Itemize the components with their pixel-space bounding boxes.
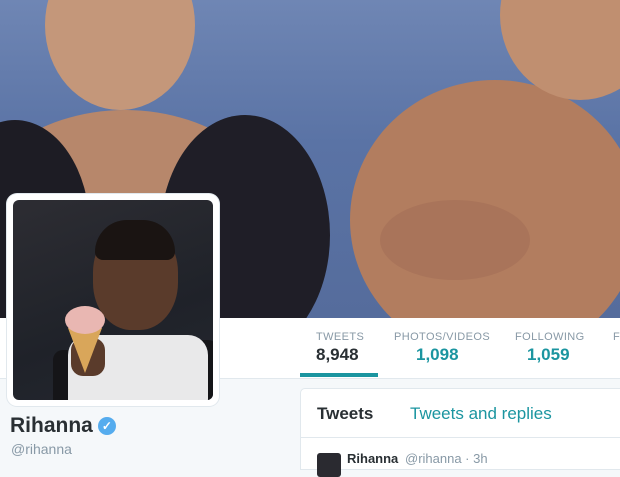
stat-tweets-value: 8,948 bbox=[316, 345, 359, 364]
stat-followers-label: F bbox=[613, 331, 620, 343]
profile-name-text: Rihanna bbox=[10, 414, 93, 437]
header-photo-figure-right bbox=[350, 80, 620, 318]
active-stat-underline bbox=[300, 373, 378, 377]
verified-badge-icon: ✓ bbox=[97, 417, 116, 435]
avatar-photo-hair bbox=[95, 220, 175, 260]
stat-following-label: FOLLOWING bbox=[515, 331, 585, 343]
avatar-photo-ice-cream-scoop bbox=[65, 306, 105, 334]
profile-avatar[interactable] bbox=[7, 194, 219, 406]
stat-following-value: 1,059 bbox=[527, 345, 570, 364]
tweet-author-name[interactable]: Rihanna bbox=[347, 451, 398, 466]
timeline-tabs: Tweets Tweets and replies bbox=[301, 389, 620, 438]
tweet-author-meta: @rihanna · 3h bbox=[405, 451, 488, 466]
tweet-avatar[interactable] bbox=[317, 453, 341, 477]
stat-photos-videos-label: PHOTOS/VIDEOS bbox=[394, 331, 491, 343]
stat-tweets-label: TWEETS bbox=[316, 331, 365, 343]
tab-tweets-and-replies[interactable]: Tweets and replies bbox=[410, 404, 552, 424]
avatar-photo-ice-cream-cone bbox=[68, 328, 102, 373]
avatar-photo bbox=[13, 200, 213, 400]
profile-name[interactable]: Rihanna ✓ bbox=[10, 414, 116, 438]
profile-handle[interactable]: @rihanna bbox=[11, 441, 72, 457]
stat-photos-videos-value: 1,098 bbox=[416, 345, 459, 364]
header-photo-hand bbox=[380, 200, 530, 280]
tab-tweets[interactable]: Tweets bbox=[317, 404, 373, 424]
timeline-panel: Tweets Tweets and replies Rihanna @rihan… bbox=[300, 388, 620, 477]
header-photo-face-left bbox=[45, 0, 195, 110]
